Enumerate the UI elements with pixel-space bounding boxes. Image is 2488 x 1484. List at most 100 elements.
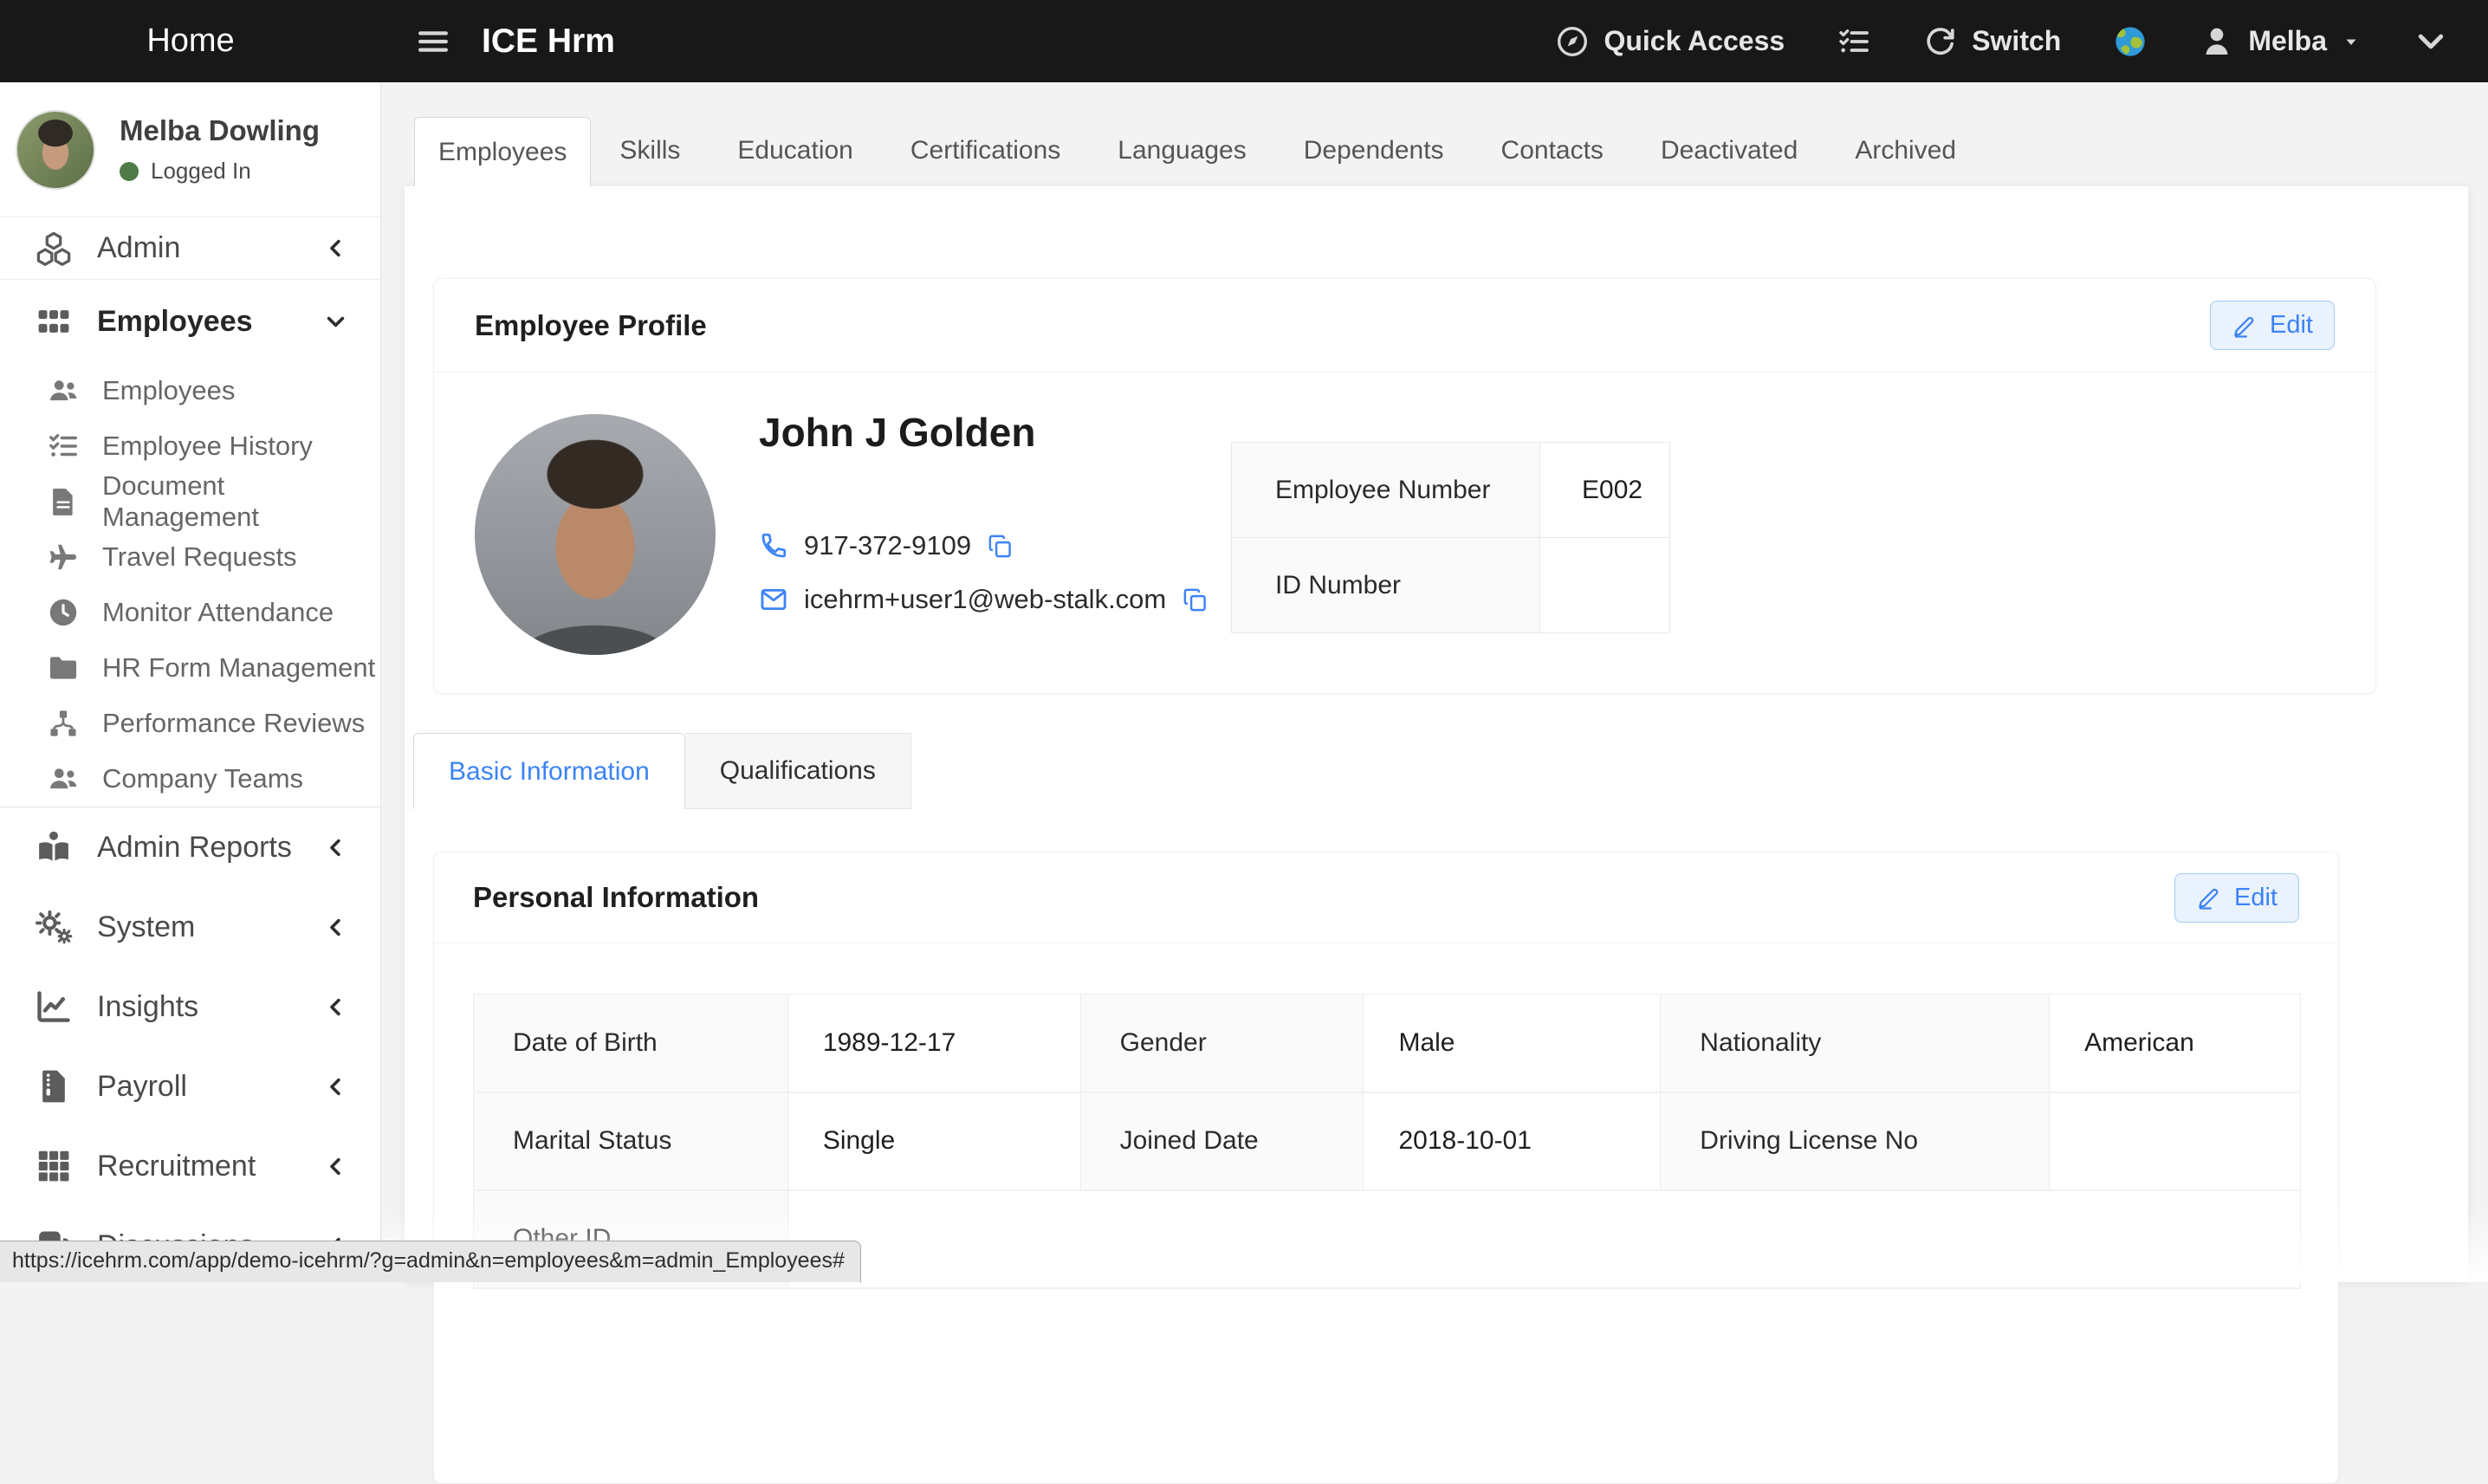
employee-name: John J Golden xyxy=(759,409,1035,456)
sidebar-item-label: Travel Requests xyxy=(102,541,297,573)
sidebar-subitem-monitor-attendance[interactable]: Monitor Attendance xyxy=(0,585,380,640)
field-label: Date of Birth xyxy=(474,995,788,1092)
sidebar-item-label: Admin Reports xyxy=(97,831,292,865)
employee-id-table: Employee Number E002 ID Number xyxy=(1231,442,1670,633)
tab-certifications[interactable]: Certifications xyxy=(882,117,1089,185)
tab-qualifications[interactable]: Qualifications xyxy=(685,733,911,809)
tasks-button[interactable] xyxy=(1837,24,1871,59)
employee-profile-header: Employee Profile Edit xyxy=(434,279,2375,373)
sidebar-item-payroll[interactable]: Payroll xyxy=(0,1047,380,1126)
tab-contacts[interactable]: Contacts xyxy=(1473,117,1632,185)
table-row: Date of Birth 1989-12-17 Gender Male Nat… xyxy=(474,995,2301,1092)
edit-profile-button[interactable]: Edit xyxy=(2210,301,2335,350)
sidebar-item-label: Monitor Attendance xyxy=(102,597,334,628)
chevron-left-icon xyxy=(324,995,347,1019)
field-value: E002 xyxy=(1540,443,1670,538)
field-value: 2018-10-01 xyxy=(1364,1092,1661,1190)
users-icon xyxy=(47,762,80,795)
field-value: American xyxy=(2050,995,2301,1092)
sidebar-item-label: Insights xyxy=(97,990,198,1024)
tab-dependents[interactable]: Dependents xyxy=(1275,117,1473,185)
sidebar-item-employees[interactable]: Employees xyxy=(0,280,380,363)
tab-deactivated[interactable]: Deactivated xyxy=(1632,117,1826,185)
chevron-down-icon xyxy=(324,310,347,334)
sidebar-item-system[interactable]: System xyxy=(0,887,380,967)
personal-information-card: Personal Information Edit Date of Birth xyxy=(433,852,2339,1484)
sidebar: Melba Dowling Logged In Admin Employees xyxy=(0,82,381,1282)
language-globe-button[interactable] xyxy=(2113,24,2148,59)
gears-icon xyxy=(35,908,73,946)
file-invoice-icon xyxy=(35,1067,73,1105)
sidebar-subitem-employee-history[interactable]: Employee History xyxy=(0,418,380,474)
quick-access-label: Quick Access xyxy=(1604,25,1785,57)
grid-icon xyxy=(35,302,73,340)
list-check-icon xyxy=(47,430,80,463)
diagram-icon xyxy=(47,707,80,740)
login-status-label: Logged In xyxy=(151,158,251,185)
tab-employees[interactable]: Employees xyxy=(414,117,591,186)
chevron-left-icon xyxy=(324,1155,347,1178)
cubes-icon xyxy=(35,230,73,268)
quick-access-button[interactable]: Quick Access xyxy=(1555,24,1785,59)
table-row: Employee Number E002 xyxy=(1232,443,1670,538)
switch-button[interactable]: Switch xyxy=(1923,24,2061,59)
tab-languages[interactable]: Languages xyxy=(1089,117,1274,185)
edit-button-label: Edit xyxy=(2234,884,2277,912)
sidebar-subitem-performance-reviews[interactable]: Performance Reviews xyxy=(0,696,380,751)
status-dot xyxy=(120,162,139,181)
content-panel: Employee Profile Edit John J Golden 917-… xyxy=(405,186,2468,1282)
field-value xyxy=(787,1190,2300,1288)
compass-icon xyxy=(1555,24,1590,59)
field-label: Joined Date xyxy=(1080,1092,1364,1190)
home-link[interactable]: Home xyxy=(0,23,381,60)
pen-icon xyxy=(2196,885,2222,910)
sidebar-subitem-document-management[interactable]: Document Management xyxy=(0,474,380,529)
sidebar-item-label: HR Form Management xyxy=(102,652,375,684)
users-icon xyxy=(47,374,80,407)
tab-education[interactable]: Education xyxy=(709,117,881,185)
book-reader-icon xyxy=(35,828,73,866)
user-menu-label: Melba xyxy=(2248,25,2327,57)
sidebar-user-card[interactable]: Melba Dowling Logged In xyxy=(0,82,380,217)
field-label: Nationality xyxy=(1661,995,2050,1092)
clock-icon xyxy=(47,596,80,629)
copy-icon[interactable] xyxy=(1182,586,1208,613)
detail-tabs: Basic Information Qualifications xyxy=(413,733,911,809)
tab-skills[interactable]: Skills xyxy=(591,117,709,185)
sidebar-item-recruitment[interactable]: Recruitment xyxy=(0,1126,380,1206)
sidebar-item-label: Company Teams xyxy=(102,763,303,794)
sidebar-subitem-hr-form-management[interactable]: HR Form Management xyxy=(0,640,380,696)
sidebar-item-admin-reports[interactable]: Admin Reports xyxy=(0,807,380,887)
sidebar-item-label: Employee History xyxy=(102,431,313,462)
switch-label: Switch xyxy=(1972,25,2061,57)
card-title: Personal Information xyxy=(473,881,759,914)
sidebar-subitem-company-teams[interactable]: Company Teams xyxy=(0,751,380,807)
field-label: ID Number xyxy=(1232,538,1540,633)
table-row: Marital Status Single Joined Date 2018-1… xyxy=(474,1092,2301,1190)
sidebar-item-label: System xyxy=(97,910,195,944)
edit-button-label: Edit xyxy=(2270,311,2313,340)
employee-profile-body: John J Golden 917-372-9109 icehrm+user1@… xyxy=(434,373,2375,693)
tab-archived[interactable]: Archived xyxy=(1826,117,1985,185)
field-label: Driving License No xyxy=(1661,1092,2050,1190)
sidebar-subitem-travel-requests[interactable]: Travel Requests xyxy=(0,529,380,585)
collapse-topbar-button[interactable] xyxy=(2413,24,2448,59)
user-menu[interactable]: Melba xyxy=(2200,24,2362,59)
sidebar-item-label: Document Management xyxy=(102,470,380,533)
envelope-icon xyxy=(759,585,788,614)
sidebar-item-admin[interactable]: Admin xyxy=(0,217,380,279)
top-navbar: Home ICE Hrm Quick Access Switch xyxy=(0,0,2488,82)
sidebar-item-label: Employees xyxy=(102,375,235,406)
sidebar-subitem-employees[interactable]: Employees xyxy=(0,363,380,418)
chevron-down-icon xyxy=(2413,24,2448,59)
hamburger-icon[interactable] xyxy=(411,23,456,60)
sidebar-item-label: Payroll xyxy=(97,1070,187,1104)
edit-personal-info-button[interactable]: Edit xyxy=(2174,873,2299,923)
caret-down-icon xyxy=(2341,31,2362,52)
copy-icon[interactable] xyxy=(987,533,1014,560)
sidebar-item-insights[interactable]: Insights xyxy=(0,967,380,1047)
folder-icon xyxy=(47,651,80,684)
sidebar-item-label: Employees xyxy=(97,305,253,339)
tab-basic-information[interactable]: Basic Information xyxy=(413,733,685,809)
field-label: Marital Status xyxy=(474,1092,788,1190)
